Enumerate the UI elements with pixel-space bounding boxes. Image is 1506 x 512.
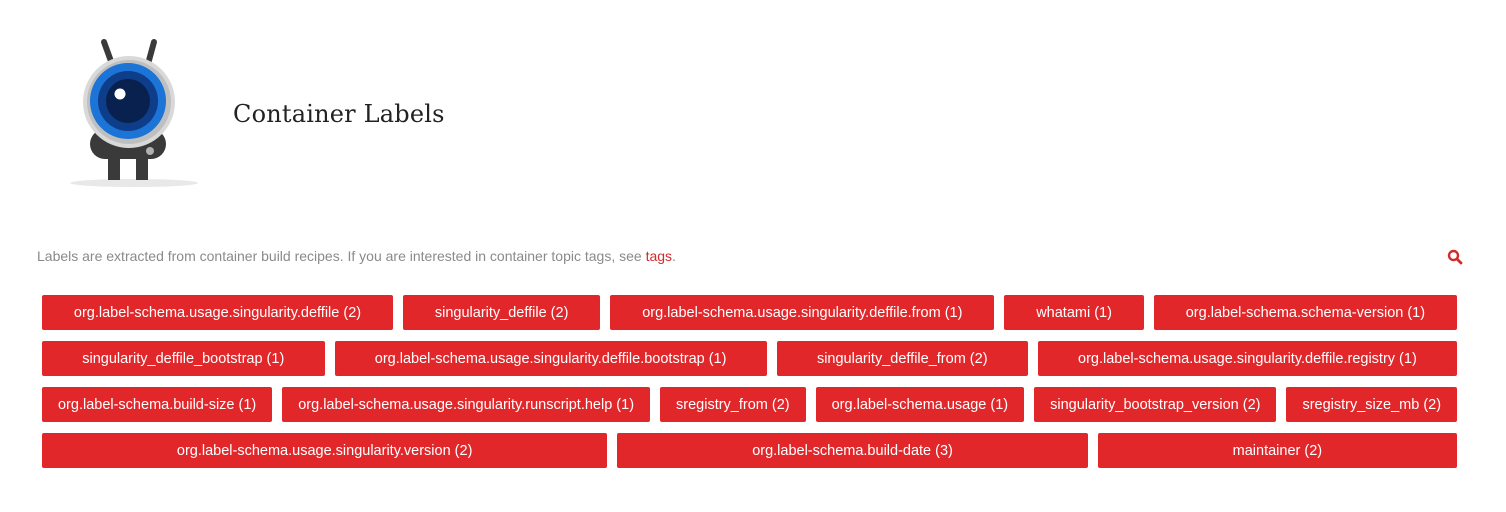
label-chip[interactable]: org.label-schema.build-size (1) <box>42 387 273 422</box>
intro-text-body: Labels are extracted from container buil… <box>37 248 646 264</box>
label-row: org.label-schema.usage.singularity.versi… <box>42 433 1457 468</box>
label-chip[interactable]: org.label-schema.usage.singularity.deffi… <box>334 341 767 376</box>
label-chip[interactable]: singularity_deffile (2) <box>402 295 601 330</box>
sregistry-robot-logo <box>62 34 212 194</box>
label-chip[interactable]: org.label-schema.usage.singularity.deffi… <box>1037 341 1458 376</box>
intro-text-suffix: . <box>672 248 676 264</box>
label-chip[interactable]: sregistry_size_mb (2) <box>1286 387 1458 422</box>
tags-link[interactable]: tags <box>646 248 672 264</box>
label-chip[interactable]: org.label-schema.usage.singularity.deffi… <box>42 295 393 330</box>
label-chip[interactable]: singularity_deffile_from (2) <box>776 341 1028 376</box>
label-chip[interactable]: singularity_bootstrap_version (2) <box>1034 387 1277 422</box>
label-row: org.label-schema.build-size (1) org.labe… <box>42 387 1458 422</box>
label-chip[interactable]: org.label-schema.usage.singularity.versi… <box>42 433 608 468</box>
label-chip[interactable]: org.label-schema.usage.singularity.runsc… <box>282 387 651 422</box>
label-chip[interactable]: whatami (1) <box>1004 295 1144 330</box>
label-chip[interactable]: singularity_deffile_bootstrap (1) <box>42 341 325 376</box>
label-chip[interactable]: sregistry_from (2) <box>660 387 806 422</box>
label-chip[interactable]: org.label-schema.build-date (3) <box>617 433 1088 468</box>
label-row: singularity_deffile_bootstrap (1) org.la… <box>42 341 1458 376</box>
label-row: org.label-schema.usage.singularity.deffi… <box>42 295 1457 330</box>
label-chip[interactable]: org.label-schema.usage.singularity.deffi… <box>610 295 995 330</box>
label-chip[interactable]: org.label-schema.usage (1) <box>815 387 1025 422</box>
label-list: org.label-schema.usage.singularity.deffi… <box>42 295 1458 479</box>
label-chip[interactable]: org.label-schema.schema-version (1) <box>1153 295 1457 330</box>
search-icon[interactable] <box>1447 249 1463 265</box>
page-title: Container Labels <box>233 100 445 128</box>
label-chip[interactable]: maintainer (2) <box>1097 433 1457 468</box>
intro-text: Labels are extracted from container buil… <box>37 248 676 264</box>
